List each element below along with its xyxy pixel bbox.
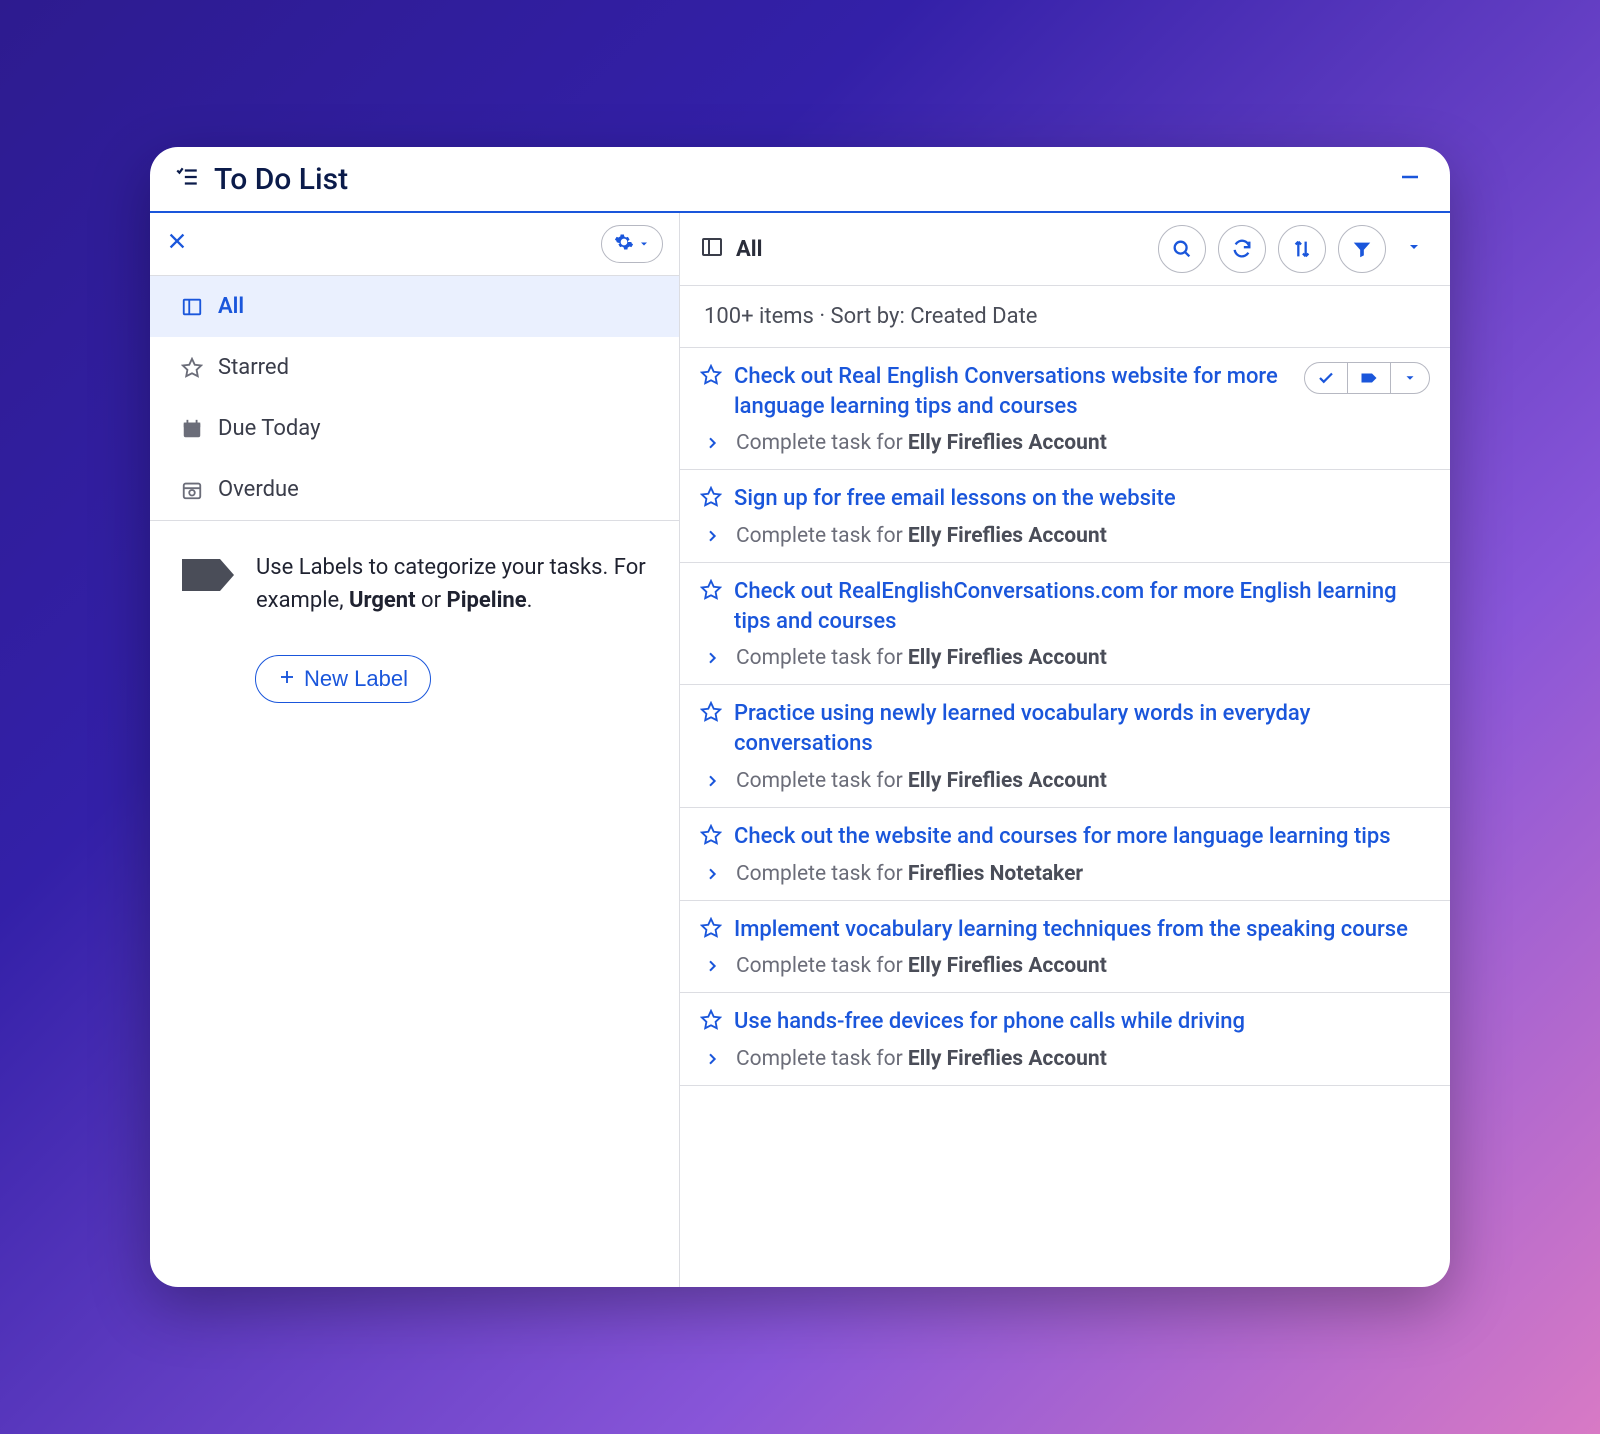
task-subtitle: Complete task for Elly Fireflies Account bbox=[736, 1047, 1107, 1071]
expand-chevron[interactable] bbox=[700, 1051, 724, 1067]
caret-down-icon bbox=[638, 235, 650, 254]
sidebar-nav: All Starred Due Today bbox=[150, 275, 679, 521]
filter-button[interactable] bbox=[1338, 225, 1386, 273]
task-list[interactable]: Check out Real English Conversations web… bbox=[680, 348, 1450, 1287]
task-subtitle: Complete task for Elly Fireflies Account bbox=[736, 954, 1107, 978]
star-button[interactable] bbox=[700, 917, 722, 943]
body: All Starred Due Today bbox=[150, 213, 1450, 1287]
task-item: Use hands-free devices for phone calls w… bbox=[680, 993, 1450, 1086]
star-button[interactable] bbox=[700, 579, 722, 605]
expand-chevron[interactable] bbox=[700, 866, 724, 882]
main-panel: All 100+ items · Sort by: Created Date bbox=[680, 213, 1450, 1287]
task-title-link[interactable]: Check out the website and courses for mo… bbox=[734, 822, 1430, 852]
view-title: All bbox=[736, 237, 1146, 262]
nav-item-all[interactable]: All bbox=[150, 276, 679, 337]
nav-label: Overdue bbox=[218, 477, 299, 502]
sidebar-toolbar bbox=[150, 213, 679, 275]
view-options-dropdown[interactable] bbox=[1398, 239, 1430, 259]
main-toolbar: All bbox=[680, 213, 1450, 285]
new-label-text: New Label bbox=[304, 666, 408, 692]
task-title-link[interactable]: Implement vocabulary learning techniques… bbox=[734, 915, 1430, 945]
labels-hint: Use Labels to categorize your tasks. For… bbox=[150, 521, 679, 647]
more-dropdown[interactable] bbox=[1391, 363, 1429, 393]
nav-item-overdue[interactable]: Overdue bbox=[150, 459, 679, 520]
task-title-link[interactable]: Practice using newly learned vocabulary … bbox=[734, 699, 1430, 758]
calendar-icon bbox=[180, 418, 204, 440]
task-item: Check out RealEnglishConversations.com f… bbox=[680, 563, 1450, 685]
star-button[interactable] bbox=[700, 486, 722, 512]
task-subtitle: Complete task for Elly Fireflies Account bbox=[736, 646, 1107, 670]
task-item: Sign up for free email lessons on the we… bbox=[680, 470, 1450, 563]
panel-icon bbox=[700, 235, 724, 263]
task-subtitle: Complete task for Elly Fireflies Account bbox=[736, 769, 1107, 793]
tag-icon bbox=[180, 555, 238, 617]
task-subtitle: Complete task for Elly Fireflies Account bbox=[736, 524, 1107, 548]
task-item: Implement vocabulary learning techniques… bbox=[680, 901, 1450, 994]
nav-item-due-today[interactable]: Due Today bbox=[150, 398, 679, 459]
expand-chevron[interactable] bbox=[700, 650, 724, 666]
app-window: To Do List bbox=[150, 147, 1450, 1287]
nav-label: Starred bbox=[218, 355, 289, 380]
app-title: To Do List bbox=[214, 162, 1380, 197]
new-label-button[interactable]: New Label bbox=[255, 655, 431, 703]
task-title-link[interactable]: Use hands-free devices for phone calls w… bbox=[734, 1007, 1430, 1037]
nav-item-starred[interactable]: Starred bbox=[150, 337, 679, 398]
nav-label: Due Today bbox=[218, 416, 321, 441]
sort-button[interactable] bbox=[1278, 225, 1326, 273]
gear-icon bbox=[614, 232, 634, 256]
checklist-icon bbox=[174, 164, 200, 194]
task-item: Check out Real English Conversations web… bbox=[680, 348, 1450, 470]
task-item: Check out the website and courses for mo… bbox=[680, 808, 1450, 901]
task-title-link[interactable]: Sign up for free email lessons on the we… bbox=[734, 484, 1430, 514]
star-button[interactable] bbox=[700, 824, 722, 850]
star-button[interactable] bbox=[700, 701, 722, 727]
sidebar: All Starred Due Today bbox=[150, 213, 680, 1287]
task-title-link[interactable]: Check out RealEnglishConversations.com f… bbox=[734, 577, 1430, 636]
tag-button[interactable] bbox=[1348, 363, 1391, 393]
expand-chevron[interactable] bbox=[700, 958, 724, 974]
star-button[interactable] bbox=[700, 364, 722, 390]
expand-chevron[interactable] bbox=[700, 773, 724, 789]
task-quick-actions bbox=[1304, 362, 1430, 394]
task-title-link[interactable]: Check out Real English Conversations web… bbox=[734, 362, 1292, 421]
task-subtitle: Complete task for Elly Fireflies Account bbox=[736, 431, 1107, 455]
task-item: Practice using newly learned vocabulary … bbox=[680, 685, 1450, 807]
calendar-overdue-icon bbox=[180, 479, 204, 501]
title-bar: To Do List bbox=[150, 147, 1450, 213]
star-button[interactable] bbox=[700, 1009, 722, 1035]
panel-icon bbox=[180, 296, 204, 318]
refresh-button[interactable] bbox=[1218, 225, 1266, 273]
expand-chevron[interactable] bbox=[700, 528, 724, 544]
task-subtitle: Complete task for Fireflies Notetaker bbox=[736, 862, 1083, 886]
expand-chevron[interactable] bbox=[700, 435, 724, 451]
settings-dropdown[interactable] bbox=[601, 225, 663, 263]
plus-icon bbox=[278, 666, 296, 692]
close-sidebar-button[interactable] bbox=[166, 229, 188, 259]
star-icon bbox=[180, 357, 204, 379]
complete-button[interactable] bbox=[1305, 363, 1348, 393]
search-button[interactable] bbox=[1158, 225, 1206, 273]
labels-hint-text: Use Labels to categorize your tasks. For… bbox=[256, 551, 649, 617]
nav-label: All bbox=[218, 294, 244, 319]
minimize-button[interactable] bbox=[1394, 161, 1426, 197]
list-meta: 100+ items · Sort by: Created Date bbox=[680, 285, 1450, 348]
